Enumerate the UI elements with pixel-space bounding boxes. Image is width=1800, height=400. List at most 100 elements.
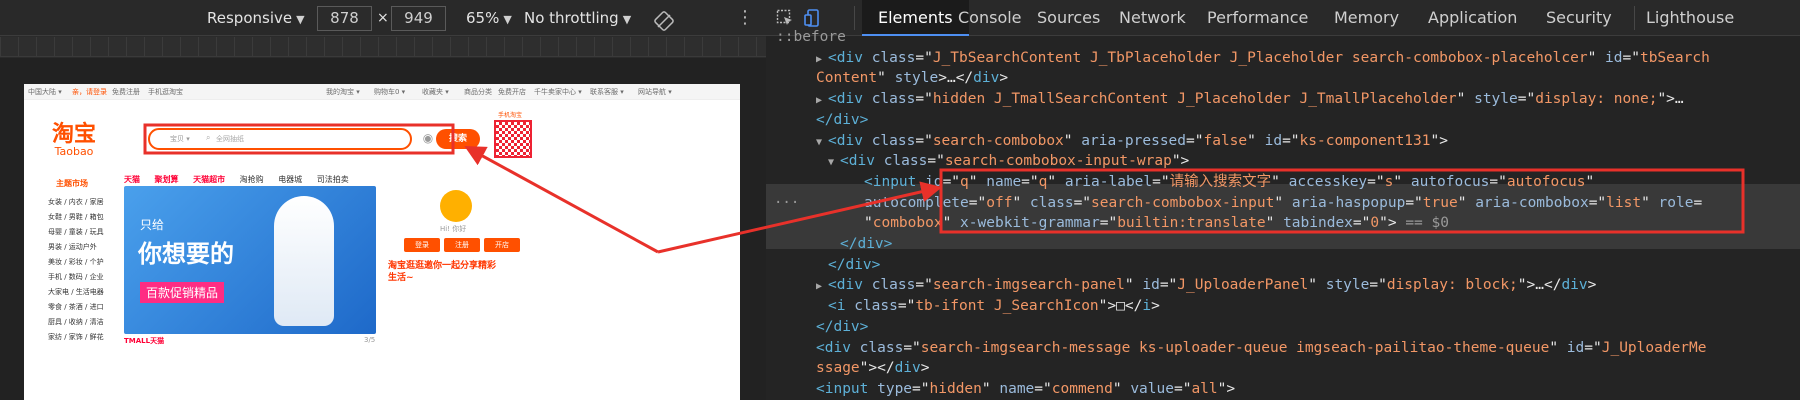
expand-toggle-icon[interactable]: ▼	[828, 157, 840, 168]
my-taobao-link[interactable]: 我的淘宝 ▾	[326, 87, 360, 97]
category-item[interactable]: 男装 / 运动户外	[34, 240, 134, 255]
nav-juhuasuan[interactable]: 聚划算	[155, 175, 179, 184]
code-token: <i	[828, 298, 855, 315]
nav-dianqicheng[interactable]: 电器城	[278, 175, 302, 184]
dom-tree-line[interactable]: <input id="q" name="q" aria-label="请输入搜索…	[766, 172, 1800, 193]
dom-tree-line[interactable]: ▼ <div class="search-combobox" aria-pres…	[766, 131, 1800, 152]
expand-toggle-icon[interactable]: ▶	[816, 54, 828, 65]
zoom-dropdown[interactable]: 65% ▼	[466, 0, 512, 36]
category-item[interactable]: 家纺 / 家饰 / 鲜花	[34, 330, 134, 345]
rotate-icon[interactable]	[654, 8, 674, 31]
code-token: ="	[1159, 277, 1178, 294]
dom-tree-line[interactable]: ▶ <div class="search-imgsearch-panel" id…	[766, 275, 1800, 296]
search-button[interactable]: 搜索	[436, 129, 480, 149]
category-item[interactable]: 女装 / 内衣 / 家居	[34, 195, 134, 210]
code-token: <input	[816, 380, 878, 397]
code-token: <div	[828, 277, 872, 294]
dom-tree-line[interactable]: </div>	[766, 317, 1800, 338]
categories-link[interactable]: 商品分类	[464, 87, 492, 97]
code-token: ="	[897, 298, 916, 315]
chevron-down-icon: ▼	[296, 13, 305, 26]
dom-tree-line[interactable]: <input type="hidden" name="commend" valu…	[766, 379, 1800, 400]
category-item[interactable]: 零食 / 茶酒 / 进口	[34, 300, 134, 315]
dom-tree-line[interactable]: <div class="search-imgsearch-message ks-…	[766, 338, 1800, 359]
dom-tree-line[interactable]: "combobox" x-webkit-grammar="builtin:tra…	[766, 213, 1800, 234]
code-token: search-combobox	[932, 132, 1064, 149]
inspect-element-icon[interactable]	[776, 9, 794, 27]
login-button[interactable]: 登录	[404, 238, 440, 252]
code-token: </div>	[840, 236, 893, 252]
code-token: display: none;	[1535, 91, 1658, 108]
code-token: list	[1606, 194, 1642, 211]
code-token: <div	[828, 132, 872, 149]
dom-tree-line[interactable]: ▶ <div class="J_TbSearchContent J_TbPlac…	[766, 48, 1800, 69]
screenshot-root: Responsive ▼ 878 × 949 65% ▼ No throttling…	[0, 0, 1800, 400]
customer-service-link[interactable]: 联系客服 ▾	[590, 87, 624, 97]
dom-tree-line[interactable]: Content" style>…</div>	[766, 68, 1800, 89]
open-store-button[interactable]: 开店	[484, 238, 520, 252]
dom-tree-line[interactable]: </div>	[766, 234, 1800, 255]
dom-tree-line[interactable]: <i class="tb-ifont J_SearchIcon">□</i>	[766, 296, 1800, 317]
category-item[interactable]: 女鞋 / 男鞋 / 箱包	[34, 210, 134, 225]
nav-tmall-supermarket[interactable]: 天猫超市	[193, 175, 225, 184]
expand-toggle-icon[interactable]: ▼	[816, 137, 828, 148]
login-link[interactable]: 亲，请登录	[72, 87, 107, 97]
code-token: "	[1308, 277, 1326, 294]
site-nav-link[interactable]: 网站导航 ▾	[638, 87, 672, 97]
mobile-link[interactable]: 手机逛淘宝	[148, 87, 183, 97]
favorites-link[interactable]: 收藏夹 ▾	[422, 87, 449, 97]
dom-tree-line[interactable]: ssage"></div>	[766, 358, 1800, 379]
taobao-search-box[interactable]: 宝贝 ▾ ⌕ 全网抽纸	[148, 128, 412, 150]
code-token: ="	[1099, 215, 1118, 232]
category-item[interactable]: 美妆 / 彩妆 / 个护	[34, 255, 134, 270]
code-token: ="	[1073, 194, 1092, 211]
code-token: tb-ifont J_SearchIcon	[915, 298, 1099, 315]
code-token: ">…	[1657, 91, 1684, 108]
expand-toggle-icon[interactable]: ▶	[816, 95, 828, 106]
category-item[interactable]: 手机 / 数码 / 企业	[34, 270, 134, 285]
category-item[interactable]: 厨具 / 收纳 / 清洁	[34, 315, 134, 330]
responsive-dropdown[interactable]: Responsive ▼	[207, 0, 305, 36]
width-input[interactable]: 878	[317, 6, 372, 31]
code-token: builtin:translate	[1117, 215, 1266, 232]
search-type-tab[interactable]: 宝贝 ▾	[170, 134, 190, 144]
user-panel: Hi! 你好 登录 注册 开店 淘宝逛逛邀你一起分享精彩生活~	[384, 184, 534, 384]
more-options-icon[interactable]: ⋮	[736, 0, 754, 36]
search-input[interactable]: 全网抽纸	[216, 134, 244, 144]
dom-tree-line[interactable]: autocomplete="off" class="search-combobo…	[766, 193, 1800, 214]
code-token: div	[1561, 277, 1588, 294]
dom-tree-line[interactable]: ▶ <div class="hidden J_TmallSearchConten…	[766, 89, 1800, 110]
category-item[interactable]: 大家电 / 生活电器	[34, 285, 134, 300]
code-token: <input	[864, 173, 926, 190]
code-token: J_TbSearchContent J_TbPlaceholder J_Plac…	[932, 49, 1588, 66]
cart-link[interactable]: 购物车0 ▾	[374, 87, 405, 97]
dom-tree-line[interactable]: ::before	[766, 27, 1800, 48]
code-token: aria-combobox	[1475, 194, 1589, 211]
dom-tree-line[interactable]: </div>	[766, 110, 1800, 131]
expand-toggle-icon[interactable]: ▶	[816, 281, 828, 292]
responsive-label: Responsive	[207, 9, 293, 27]
register-button[interactable]: 注册	[444, 238, 480, 252]
code-token: class	[1029, 194, 1074, 211]
dom-tree-line[interactable]: </div>	[766, 255, 1800, 276]
taobao-logo[interactable]: 淘宝 Taobao	[52, 122, 96, 158]
nav-tmall[interactable]: 天猫	[124, 175, 140, 184]
promo-banner[interactable]: 只给 你想要的 百款促销精品	[124, 186, 376, 334]
nav-auction[interactable]: 司法拍卖	[317, 175, 349, 184]
height-input[interactable]: 949	[391, 6, 446, 31]
camera-icon[interactable]: ◉	[420, 130, 436, 146]
device-toolbar-icon[interactable]	[804, 9, 822, 27]
register-link[interactable]: 免费注册	[112, 87, 140, 97]
nav-taoqianggou[interactable]: 淘抢购	[240, 175, 264, 184]
code-token: ="	[1173, 380, 1192, 397]
seller-center-link[interactable]: 千牛卖家中心 ▾	[534, 87, 582, 97]
code-token: style	[1474, 91, 1518, 108]
open-store-link[interactable]: 免费开店	[498, 87, 526, 97]
throttling-dropdown[interactable]: No throttling ▼	[524, 0, 631, 36]
code-token: class	[871, 277, 916, 294]
code-token: >	[999, 70, 1009, 87]
region-link[interactable]: 中国大陆 ▾	[28, 87, 62, 97]
coat-image	[274, 196, 334, 326]
category-item[interactable]: 母婴 / 童装 / 玩具	[34, 225, 134, 240]
dom-tree-line[interactable]: ▼ <div class="search-combobox-input-wrap…	[766, 151, 1800, 172]
